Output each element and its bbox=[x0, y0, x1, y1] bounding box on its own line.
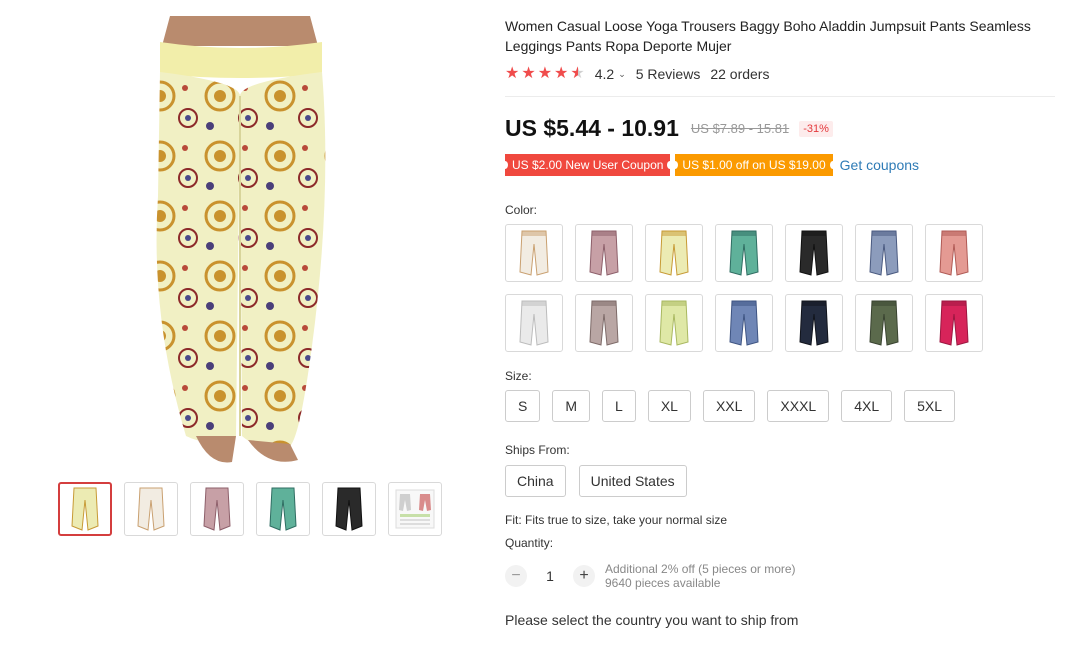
pants-icon bbox=[939, 300, 969, 346]
color-swatch-denim-blue[interactable] bbox=[715, 294, 773, 352]
stock-available-text: 9640 pieces available bbox=[605, 576, 721, 590]
color-swatch-lime[interactable] bbox=[645, 294, 703, 352]
pants-icon bbox=[519, 230, 549, 276]
size-option-4xl[interactable]: 4XL bbox=[841, 390, 893, 422]
product-info: Women Casual Loose Yoga Trousers Baggy B… bbox=[501, 16, 1065, 628]
color-swatch-white[interactable] bbox=[505, 294, 563, 352]
size-option-l[interactable]: L bbox=[602, 390, 636, 422]
product-title: Women Casual Loose Yoga Trousers Baggy B… bbox=[505, 18, 1031, 54]
ships-from-label: Ships From: bbox=[505, 443, 570, 457]
thumbnail[interactable] bbox=[322, 482, 376, 536]
color-swatch-coral-floral[interactable] bbox=[925, 224, 983, 282]
color-swatch-olive[interactable] bbox=[855, 294, 913, 352]
thumbnail[interactable] bbox=[58, 482, 112, 536]
thumbnail[interactable] bbox=[256, 482, 310, 536]
pants-icon bbox=[869, 230, 899, 276]
rating-value[interactable]: 4.2 bbox=[595, 66, 614, 82]
store-coupon[interactable]: US $1.00 off on US $19.00 bbox=[672, 154, 836, 176]
color-label: Color: bbox=[505, 203, 538, 217]
size-option-s[interactable]: S bbox=[505, 390, 541, 422]
color-swatch-navy[interactable] bbox=[785, 294, 843, 352]
coupon-row: US $2.00 New User Coupon US $1.00 off on… bbox=[501, 154, 1065, 176]
color-swatch-cream-floral[interactable] bbox=[505, 224, 563, 282]
quantity-increase-button[interactable]: + bbox=[573, 565, 595, 587]
color-swatch-yellow-mandala[interactable] bbox=[645, 224, 703, 282]
color-swatch-green-floral[interactable] bbox=[715, 224, 773, 282]
pants-icon bbox=[589, 230, 619, 276]
star-icon: ★ bbox=[505, 65, 520, 82]
divider bbox=[505, 96, 1055, 97]
discount-badge: -31% bbox=[799, 120, 833, 137]
size-chart-thumbnail[interactable] bbox=[388, 482, 442, 536]
color-swatch-taupe-floral[interactable] bbox=[575, 294, 633, 352]
quantity-decrease-button[interactable]: − bbox=[505, 565, 527, 587]
country-prompt: Please select the country you want to sh… bbox=[505, 612, 799, 628]
current-price: US $5.44 - 10.91 bbox=[505, 115, 679, 141]
pants-icon bbox=[729, 300, 759, 346]
bulk-discount-text: Additional 2% off (5 pieces or more) bbox=[605, 562, 796, 576]
quantity-value[interactable]: 1 bbox=[527, 568, 573, 584]
ship-option-united-states[interactable]: United States bbox=[578, 465, 687, 497]
pants-icon bbox=[659, 230, 689, 276]
get-coupons-link[interactable]: Get coupons bbox=[840, 157, 919, 173]
size-option-xxl[interactable]: XXL bbox=[702, 390, 756, 422]
color-swatches bbox=[505, 224, 1065, 352]
color-swatch-black[interactable] bbox=[785, 224, 843, 282]
color-swatch-rose-red[interactable] bbox=[925, 294, 983, 352]
size-options: S M L XL XXL XXXL 4XL 5XL bbox=[505, 390, 1065, 422]
thumbnail-strip bbox=[58, 482, 442, 536]
new-user-coupon[interactable]: US $2.00 New User Coupon bbox=[501, 154, 674, 176]
orders-count: 22 orders bbox=[710, 66, 770, 82]
pants-icon bbox=[799, 230, 829, 276]
original-price: US $7.89 - 15.81 bbox=[690, 121, 790, 136]
pants-icon bbox=[589, 300, 619, 346]
ship-option-china[interactable]: China bbox=[505, 465, 566, 497]
color-swatch-blue-paisley[interactable] bbox=[855, 224, 913, 282]
pants-icon bbox=[869, 300, 899, 346]
quantity-label: Quantity: bbox=[505, 536, 554, 550]
size-label: Size: bbox=[505, 369, 532, 383]
rating-row: ★ ★ ★ ★ ★ 4.2 ⌄ 5 Reviews 22 orders bbox=[505, 66, 1065, 83]
star-rating: ★ ★ ★ ★ ★ bbox=[505, 66, 585, 82]
star-icon: ★ bbox=[521, 65, 536, 82]
ships-from-options: China United States bbox=[505, 465, 1065, 497]
chevron-down-icon[interactable]: ⌄ bbox=[618, 69, 626, 80]
pants-icon bbox=[659, 300, 689, 346]
thumbnail[interactable] bbox=[190, 482, 244, 536]
size-option-5xl[interactable]: 5XL bbox=[904, 390, 956, 422]
pants-icon bbox=[939, 230, 969, 276]
star-icon: ★ bbox=[554, 65, 569, 82]
quantity-info: Additional 2% off (5 pieces or more) 964… bbox=[605, 562, 796, 590]
pants-icon bbox=[729, 230, 759, 276]
fit-note: Fit: Fits true to size, take your normal… bbox=[505, 513, 728, 527]
quantity-stepper: − 1 + Additional 2% off (5 pieces or mor… bbox=[505, 562, 1065, 590]
reviews-link[interactable]: 5 Reviews bbox=[636, 66, 701, 82]
size-option-xxxl[interactable]: XXXL bbox=[767, 390, 830, 422]
pants-icon bbox=[519, 300, 549, 346]
thumbnail[interactable] bbox=[124, 482, 178, 536]
main-product-image bbox=[140, 16, 340, 468]
size-option-xl[interactable]: XL bbox=[647, 390, 691, 422]
size-option-m[interactable]: M bbox=[552, 390, 591, 422]
half-star-icon: ★ bbox=[570, 65, 585, 82]
color-swatch-mauve-floral[interactable] bbox=[575, 224, 633, 282]
price-row: US $5.44 - 10.91 US $7.89 - 15.81 -31% bbox=[505, 115, 1065, 142]
pants-icon bbox=[799, 300, 829, 346]
star-icon: ★ bbox=[537, 65, 553, 82]
